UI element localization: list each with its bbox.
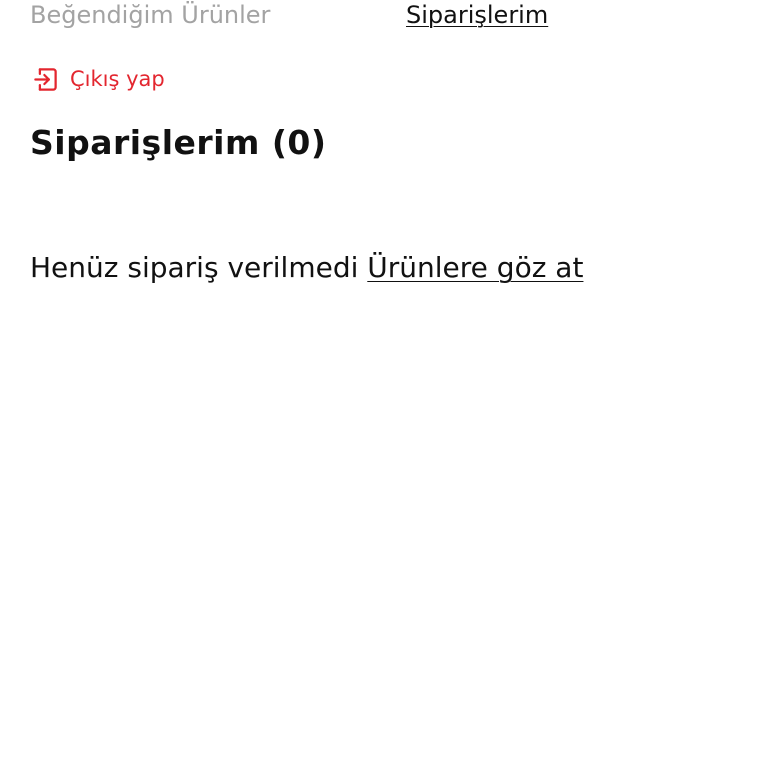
browse-products-link[interactable]: Ürünlere göz at [367, 251, 583, 284]
empty-orders-message: Henüz sipariş verilmedi [30, 251, 359, 284]
logout-button[interactable]: Çıkış yap [32, 64, 165, 94]
logout-label: Çıkış yap [70, 67, 165, 91]
empty-orders-message-row: Henüz sipariş verilmedi Ürünlere göz at [30, 249, 583, 287]
nav-link-orders[interactable]: Siparişlerim [406, 0, 548, 30]
logout-icon [34, 67, 57, 91]
nav-link-liked-products[interactable]: Beğendiğim Ürünler [30, 0, 270, 30]
page-title: Siparişlerim (0) [30, 123, 327, 162]
